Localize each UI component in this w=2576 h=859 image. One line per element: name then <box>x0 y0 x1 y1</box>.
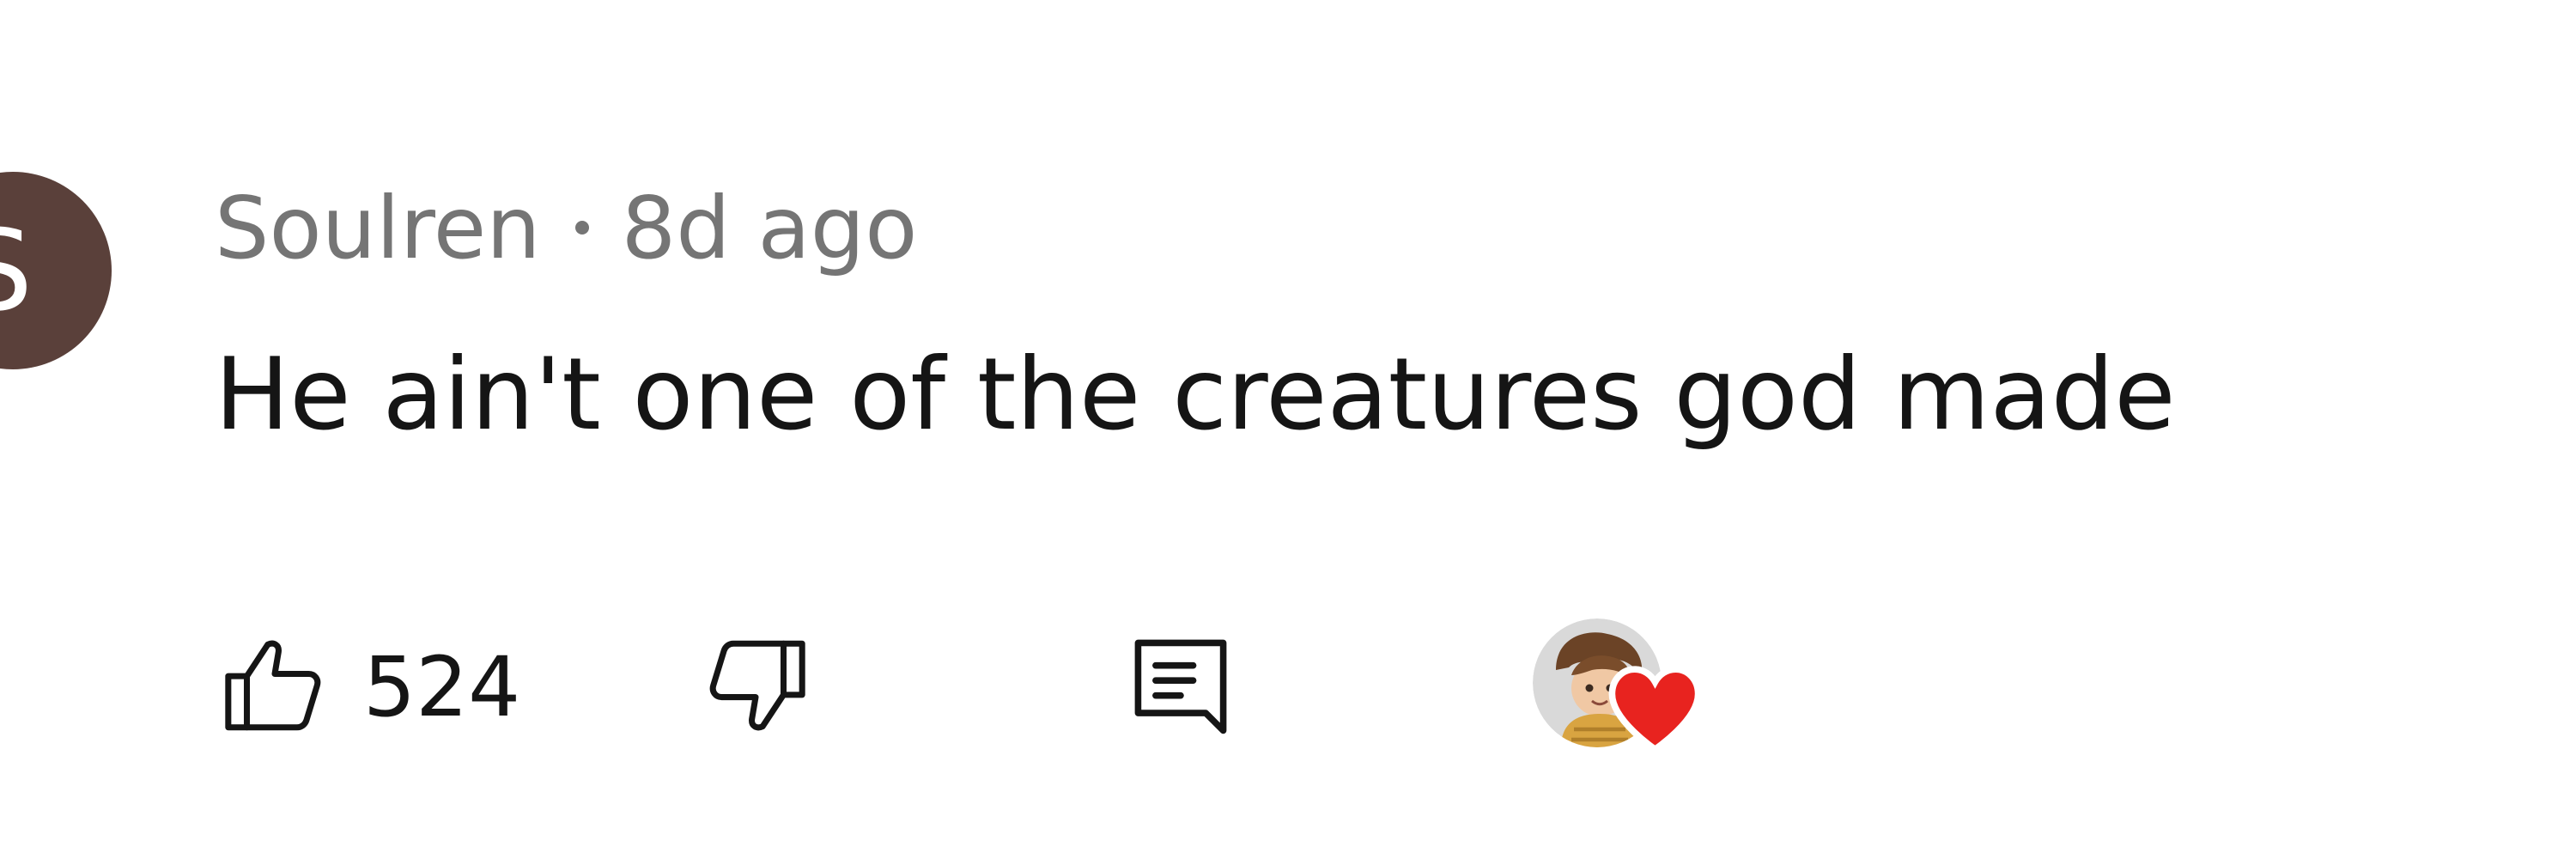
reply-comment-icon <box>1121 625 1241 750</box>
thumbs-up-icon <box>219 630 331 746</box>
author-avatar[interactable]: S <box>0 172 112 369</box>
comment-header: Soulren 8d ago <box>215 172 917 283</box>
dislike-button[interactable] <box>700 623 811 752</box>
separator-dot <box>574 221 589 235</box>
comment-actions: 524 <box>0 601 2576 773</box>
heart-icon <box>1606 663 1704 758</box>
comment-item: S Soulren 8d ago He ain't one of the cre… <box>0 0 2576 859</box>
thumbs-down-icon <box>700 630 811 746</box>
avatar-letter: S <box>0 205 33 336</box>
comment-time: 8d ago <box>621 177 918 278</box>
creator-heart-badge <box>1520 601 1717 773</box>
like-button[interactable]: 524 <box>219 623 520 752</box>
author-name[interactable]: Soulren <box>215 178 541 278</box>
comment-text: He ain't one of the creatures god made <box>215 337 2176 453</box>
reply-button[interactable] <box>1121 623 1241 752</box>
like-count: 524 <box>363 639 521 735</box>
